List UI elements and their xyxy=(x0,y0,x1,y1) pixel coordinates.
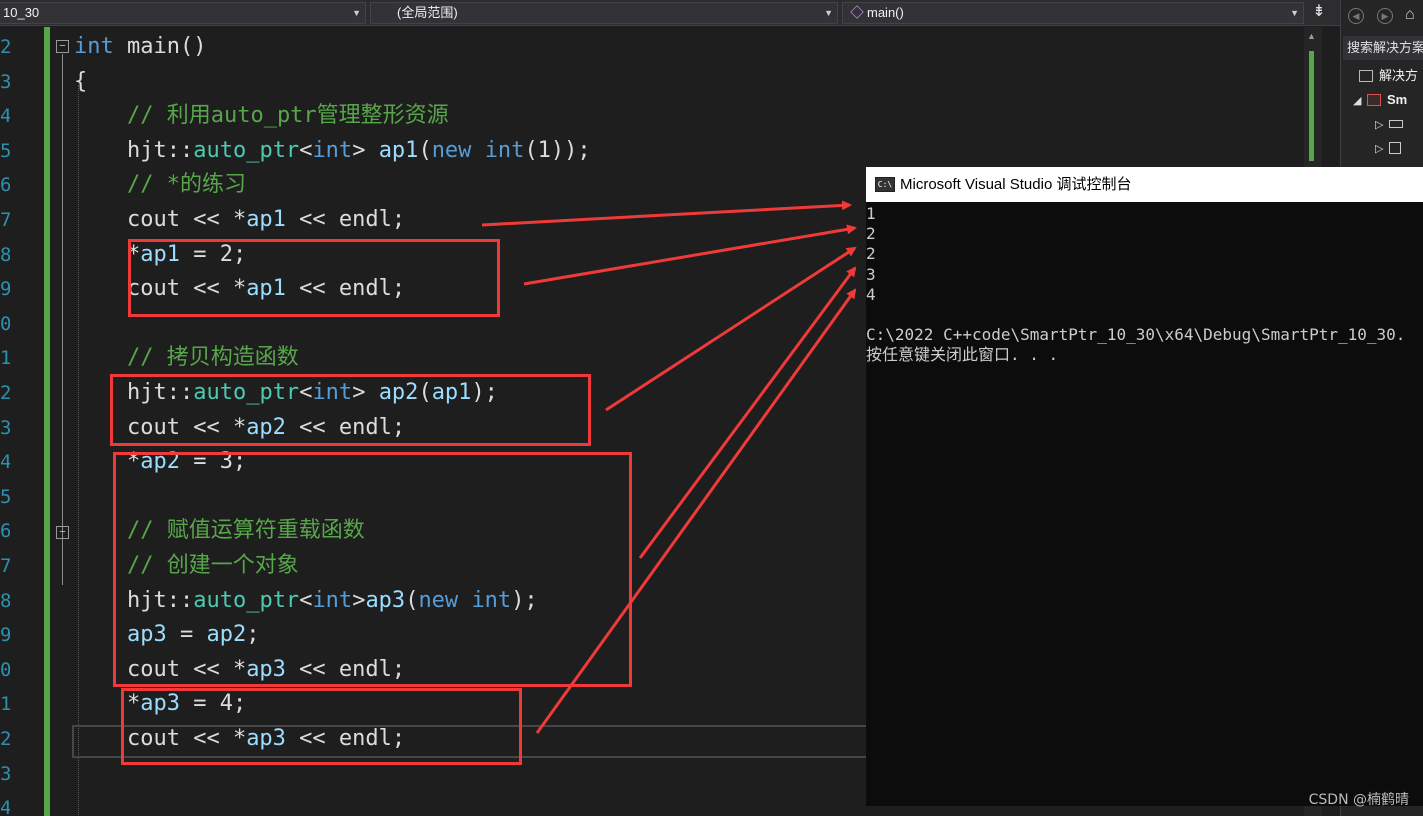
line-number: 3 xyxy=(0,70,10,93)
line-number: 4 xyxy=(0,451,10,474)
solution-icon xyxy=(1359,70,1373,82)
line-number: 9 xyxy=(0,278,10,301)
annotation-box xyxy=(121,688,522,765)
line-number: 5 xyxy=(0,485,10,508)
line-number: 8 xyxy=(0,589,10,612)
chevron-down-icon: ▼ xyxy=(1290,8,1299,18)
back-icon[interactable]: ◀ xyxy=(1348,8,1364,24)
code-line[interactable]: cout << *ap1 << endl; xyxy=(74,203,405,238)
scroll-up-icon[interactable]: ▲ xyxy=(1307,31,1316,41)
function-combo[interactable]: main() ▼ xyxy=(842,2,1304,24)
solution-node[interactable]: 解决方 xyxy=(1341,64,1423,88)
change-tracking-bar xyxy=(44,27,50,816)
cpp-project-icon xyxy=(1367,94,1381,106)
line-number: 2 xyxy=(0,36,10,58)
code-line[interactable]: // *的练习 xyxy=(74,168,246,203)
code-token: < xyxy=(299,137,313,163)
code-token: auto_ptr xyxy=(193,137,300,163)
code-token: cout << * xyxy=(74,207,247,232)
line-number: 9 xyxy=(0,624,10,647)
expanded-triangle-icon: ◢ xyxy=(1353,95,1362,107)
line-number: 3 xyxy=(0,762,10,785)
console-app-icon: C:\ xyxy=(875,177,895,192)
line-number: 2 xyxy=(0,728,10,750)
code-token: { xyxy=(74,68,88,94)
line-number: 4 xyxy=(0,105,10,128)
debug-console-window: C:\ Microsoft Visual Studio 调试控制台 1 2 2 … xyxy=(866,167,1423,806)
code-token: int xyxy=(74,34,114,59)
collapsed-triangle-icon: ▷ xyxy=(1375,143,1384,155)
line-number: 5 xyxy=(0,139,10,162)
line-number: 0 xyxy=(0,312,10,335)
line-number: 7 xyxy=(0,209,10,231)
solution-explorer-toolbar: ◀ ▶ ⌂ xyxy=(1341,0,1423,34)
collapsed-triangle-icon: ▷ xyxy=(1375,119,1384,131)
line-number: 3 xyxy=(0,416,10,439)
watermark: CSDN @楠鹤晴 xyxy=(1308,792,1409,808)
references-icon xyxy=(1389,120,1403,128)
line-number: 2 xyxy=(0,382,10,404)
project-combo-label: 10_30 xyxy=(3,5,40,20)
navigation-bar: 10_30 ▼ (全局范围) ▼ main() ▼ ⇟ xyxy=(0,0,1340,26)
code-line[interactable]: // 利用auto_ptr管理整形资源 xyxy=(74,99,449,134)
chevron-down-icon: ▼ xyxy=(352,8,361,18)
code-token: << endl; xyxy=(285,207,406,232)
code-token: ap1 xyxy=(378,137,419,163)
line-number: 8 xyxy=(0,243,10,266)
references-node[interactable]: ▷ xyxy=(1341,112,1423,136)
code-token: hjt:: xyxy=(74,137,194,163)
code-token: // *的练习 xyxy=(74,172,246,198)
split-editor-button[interactable]: ⇟ xyxy=(1309,3,1329,23)
code-line[interactable]: // 拷贝构造函数 xyxy=(74,341,299,376)
code-token: ( xyxy=(418,137,432,163)
code-token: int xyxy=(484,137,525,163)
home-icon[interactable]: ⌂ xyxy=(1405,6,1415,24)
project-combo[interactable]: 10_30 ▼ xyxy=(0,2,366,24)
console-title: Microsoft Visual Studio 调试控制台 xyxy=(900,176,1132,193)
annotation-box xyxy=(113,452,632,687)
function-combo-label: main() xyxy=(867,5,904,20)
line-number: 4 xyxy=(0,797,10,816)
fold-guide-line xyxy=(62,540,63,585)
fold-guide-line xyxy=(62,54,63,544)
line-number-gutter: 2 3 4 5 6 7 8 9 0 1 2 3 4 5 6 7 8 9 0 1 2 3 4 xyxy=(0,27,14,816)
code-token: new xyxy=(431,137,472,163)
console-output: 1 2 2 3 4 C:\2022 C++code\SmartPtr_10_30… xyxy=(866,204,1406,365)
code-token: ap1 xyxy=(246,207,286,232)
scope-combo[interactable]: (全局范围) ▼ xyxy=(370,2,838,24)
code-token: int xyxy=(312,137,353,163)
annotation-box xyxy=(128,239,500,317)
code-line[interactable]: int main() xyxy=(74,30,206,65)
scrollbar-change-marker xyxy=(1309,51,1314,161)
dependencies-icon xyxy=(1389,142,1401,154)
collapse-main-icon[interactable]: − xyxy=(56,40,69,53)
code-token: // 拷贝构造函数 xyxy=(74,345,299,371)
forward-icon[interactable]: ▶ xyxy=(1377,8,1393,24)
line-number: 1 xyxy=(0,693,10,716)
collapse-region-icon[interactable]: − xyxy=(56,526,69,539)
external-dependencies-node[interactable]: ▷ xyxy=(1341,136,1423,160)
code-token: main() xyxy=(113,34,207,59)
project-node-label: Sm xyxy=(1387,92,1408,107)
console-title-bar: C:\ Microsoft Visual Studio 调试控制台 xyxy=(866,167,1423,202)
line-number: 1 xyxy=(0,347,10,370)
code-token: // 利用auto_ptr管理整形资源 xyxy=(74,103,449,129)
annotation-box xyxy=(110,374,591,446)
code-token: > xyxy=(352,137,379,163)
line-number: 0 xyxy=(0,658,10,681)
chevron-down-icon: ▼ xyxy=(824,8,833,18)
solution-search-input[interactable]: 搜索解决方案 xyxy=(1343,36,1423,60)
code-token: (1)); xyxy=(524,137,591,163)
line-number: 6 xyxy=(0,174,10,197)
code-line[interactable]: { xyxy=(74,65,87,100)
code-line[interactable]: hjt::auto_ptr<int> ap1(new int(1)); xyxy=(74,134,591,169)
project-node[interactable]: ◢ Sm xyxy=(1341,88,1423,112)
scope-combo-label: (全局范围) xyxy=(397,5,458,20)
solution-node-label: 解决方 xyxy=(1379,68,1419,83)
line-number: 6 xyxy=(0,520,10,543)
line-number: 7 xyxy=(0,555,10,577)
method-cube-icon xyxy=(850,5,864,19)
